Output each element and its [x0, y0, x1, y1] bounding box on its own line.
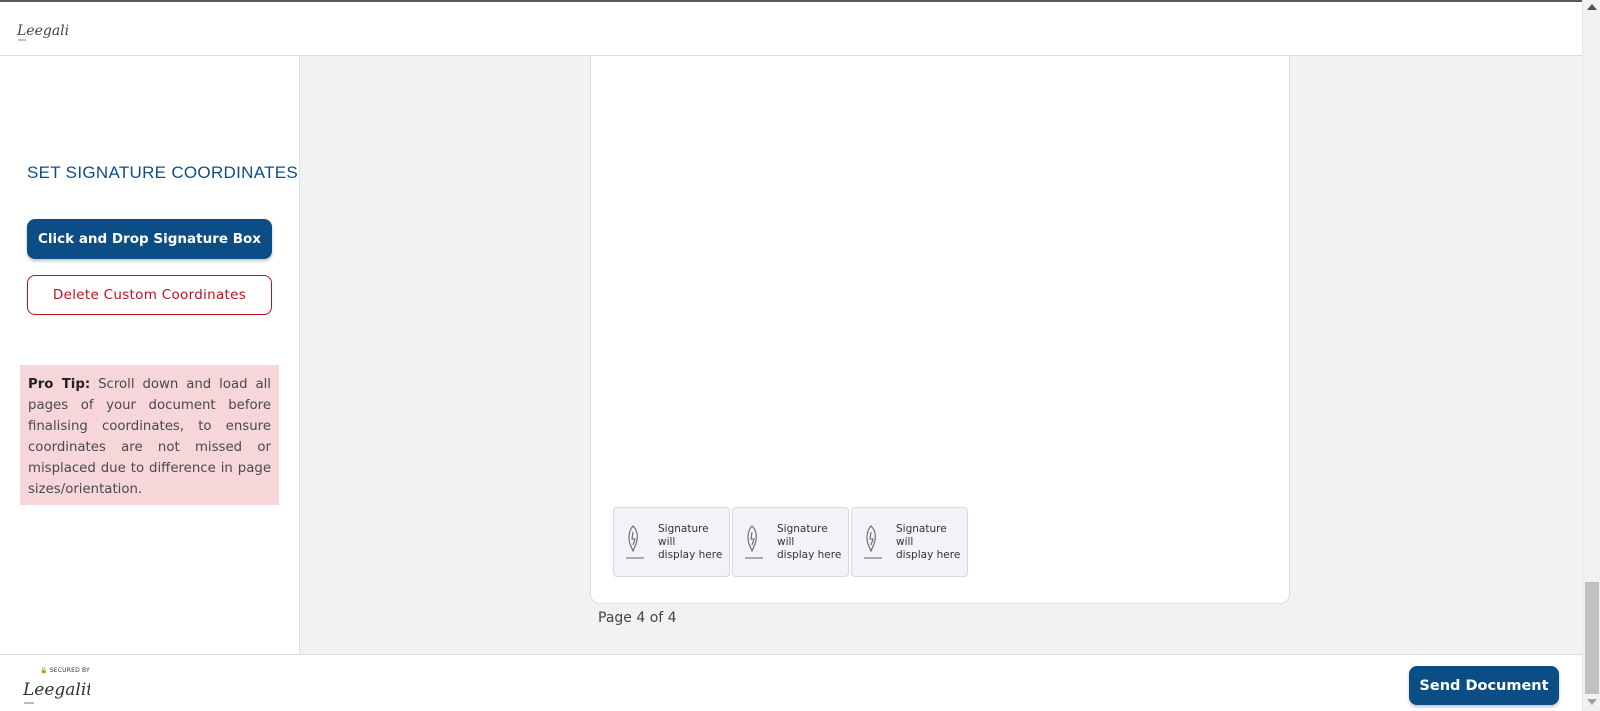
page-scrollbar[interactable]: [1582, 0, 1600, 711]
leegality-logo: Leegality: [16, 23, 68, 41]
signature-placeholder[interactable]: Signature will display here: [613, 507, 730, 577]
signature-placeholder-line1: Signature will: [658, 522, 709, 548]
svg-text:Leegality: Leegality: [22, 680, 90, 700]
signature-placeholder[interactable]: Signature will display here: [851, 507, 968, 577]
pen-nib-icon: [626, 525, 644, 559]
scrollbar-thumb[interactable]: [1585, 582, 1599, 694]
document-page[interactable]: Signature will display here Signature wi…: [590, 56, 1290, 604]
app-footer: 🔒 SECURED BY Leegality Send Document: [0, 654, 1582, 711]
pro-tip-text: Scroll down and load all pages of your d…: [28, 377, 271, 497]
scroll-up-arrow-icon[interactable]: [1587, 4, 1597, 10]
pro-tip-box: Pro Tip: Scroll down and load all pages …: [20, 365, 279, 505]
signature-placeholder-line2: display here: [896, 548, 961, 561]
click-drop-signature-button[interactable]: Click and Drop Signature Box: [27, 219, 272, 259]
signature-placeholder-line2: display here: [777, 548, 842, 561]
page-indicator: Page 4 of 4: [598, 610, 677, 626]
app-header: Leegality: [0, 0, 1582, 56]
scroll-down-arrow-icon[interactable]: [1587, 699, 1597, 705]
pro-tip-label: Pro Tip:: [28, 377, 91, 392]
pen-nib-icon: [864, 525, 882, 559]
signature-placeholder[interactable]: Signature will display here: [732, 507, 849, 577]
send-document-button[interactable]: Send Document: [1409, 666, 1559, 705]
svg-text:Leegality: Leegality: [16, 23, 68, 39]
delete-coordinates-button[interactable]: Delete Custom Coordinates: [27, 275, 272, 315]
pen-nib-icon: [745, 525, 763, 559]
document-viewer[interactable]: Signature will display here Signature wi…: [300, 56, 1582, 654]
coordinates-sidebar: SET SIGNATURE COORDINATES Click and Drop…: [0, 56, 300, 654]
signature-placeholder-line1: Signature will: [896, 522, 947, 548]
signature-placeholder-line1: Signature will: [777, 522, 828, 548]
sidebar-title: SET SIGNATURE COORDINATES: [27, 163, 299, 182]
signature-placeholder-line2: display here: [658, 548, 723, 561]
signature-box-row: Signature will display here Signature wi…: [613, 507, 968, 577]
footer-leegality-logo: Leegality: [22, 680, 90, 704]
